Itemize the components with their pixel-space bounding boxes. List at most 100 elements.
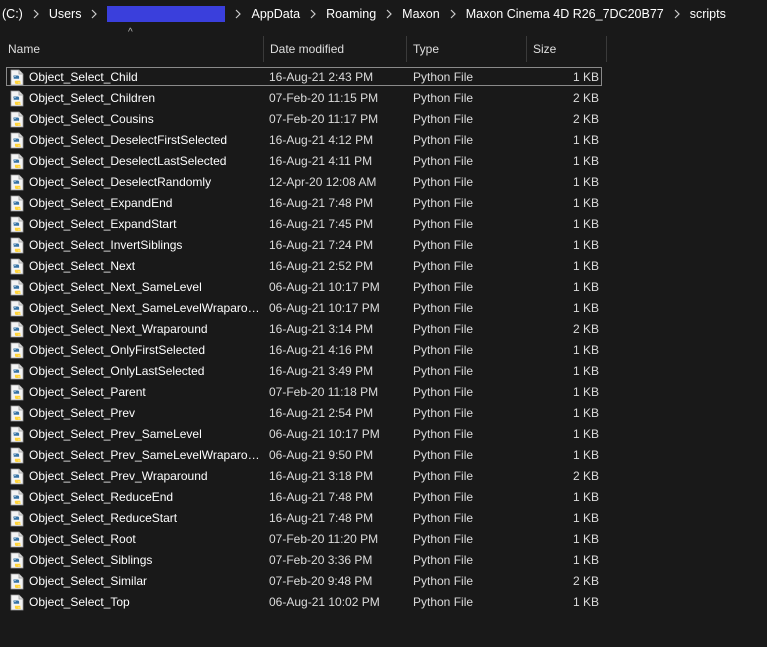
file-row[interactable]: Object_Select_DeselectFirstSelected 16-Au… [0, 130, 767, 151]
breadcrumb-item-drive[interactable]: (C:) [0, 0, 25, 28]
column-header-type[interactable]: Type [407, 36, 527, 62]
file-date-modified: 12-Apr-20 12:08 AM [269, 175, 377, 189]
file-size: 1 KB [572, 427, 599, 441]
file-size: 1 KB [572, 406, 599, 420]
file-name: Object_Select_DeselectLastSelected [29, 154, 227, 168]
column-header-name[interactable]: ^ Name [2, 28, 264, 62]
file-row[interactable]: Object_Select_Cousins 07-Feb-20 11:17 PM P… [0, 109, 767, 130]
chevron-right-icon[interactable] [442, 0, 464, 28]
file-name: Object_Select_Next [29, 259, 136, 273]
file-row[interactable]: Object_Select_Parent 07-Feb-20 11:18 PM Py… [0, 382, 767, 403]
file-row[interactable]: Object_Select_Root 07-Feb-20 11:20 PM Pyth… [0, 529, 767, 550]
file-row[interactable]: Object_Select_DeselectRandomly 12-Apr-20 … [0, 172, 767, 193]
file-row[interactable]: Object_Select_ExpandEnd 16-Aug-21 7:48 PM… [0, 193, 767, 214]
file-date-modified: 16-Aug-21 7:48 PM [269, 196, 374, 210]
file-row[interactable]: Object_Select_Child 16-Aug-21 2:43 PM Pyth… [0, 67, 767, 88]
file-name: Object_Select_Prev_SameLevelWraparound [29, 448, 261, 462]
file-name: Object_Select_Child [29, 70, 138, 84]
file-row[interactable]: Object_Select_Children 07-Feb-20 11:15 PM… [0, 88, 767, 109]
file-date-modified: 16-Aug-21 4:16 PM [269, 343, 374, 357]
file-row[interactable]: Object_Select_OnlyLastSelected 16-Aug-21 … [0, 361, 767, 382]
file-row[interactable]: Object_Select_Top 06-Aug-21 10:02 PM Pytho… [0, 592, 767, 613]
file-name: Object_Select_Next_SameLevelWraparou... [29, 301, 261, 315]
file-row[interactable]: Object_Select_Prev_SameLevelWraparound 06… [0, 445, 767, 466]
python-file-icon [9, 340, 27, 361]
file-row[interactable]: Object_Select_ExpandStart 16-Aug-21 7:45 … [0, 214, 767, 235]
file-type: Python File [413, 574, 474, 588]
python-file-icon [9, 235, 27, 256]
file-name: Object_Select_Prev_SameLevel [29, 427, 202, 441]
file-row[interactable]: Object_Select_Next_Wraparound 16-Aug-21 3… [0, 319, 767, 340]
file-size: 1 KB [572, 364, 599, 378]
column-header-size[interactable]: Size [527, 36, 607, 62]
sort-ascending-icon: ^ [128, 27, 133, 38]
file-type: Python File [413, 280, 474, 294]
file-name: Object_Select_Prev_Wraparound [29, 469, 208, 483]
chevron-right-icon[interactable] [227, 0, 249, 28]
file-name: Object_Select_OnlyFirstSelected [29, 343, 206, 357]
file-row[interactable]: Object_Select_Next_SameLevelWraparou... 0… [0, 298, 767, 319]
file-row[interactable]: Object_Select_Prev_Wraparound 16-Aug-21 3… [0, 466, 767, 487]
file-name: Object_Select_DeselectRandomly [29, 175, 212, 189]
file-row[interactable]: Object_Select_DeselectLastSelected 16-Aug… [0, 151, 767, 172]
file-name: Object_Select_Top [29, 595, 130, 609]
breadcrumb-item-maxon[interactable]: Maxon [400, 0, 442, 28]
chevron-right-icon[interactable] [25, 0, 47, 28]
file-name: Object_Select_Cousins [29, 112, 154, 126]
file-date-modified: 16-Aug-21 3:14 PM [269, 322, 374, 336]
file-size: 2 KB [572, 574, 599, 588]
chevron-right-icon[interactable] [378, 0, 400, 28]
python-file-icon [9, 424, 27, 445]
column-header-date-modified[interactable]: Date modified [264, 36, 407, 62]
chevron-right-icon[interactable] [83, 0, 105, 28]
file-type: Python File [413, 364, 474, 378]
file-row[interactable]: Object_Select_Next 16-Aug-21 2:52 PM Pytho… [0, 256, 767, 277]
breadcrumb-item-appdata[interactable]: AppData [249, 0, 302, 28]
python-file-icon [9, 172, 27, 193]
file-date-modified: 06-Aug-21 10:17 PM [269, 280, 380, 294]
file-size: 1 KB [572, 238, 599, 252]
file-row[interactable]: Object_Select_Siblings 07-Feb-20 3:36 PM P… [0, 550, 767, 571]
file-type: Python File [413, 343, 474, 357]
file-size: 1 KB [572, 490, 599, 504]
file-date-modified: 16-Aug-21 7:45 PM [269, 217, 374, 231]
file-date-modified: 16-Aug-21 7:24 PM [269, 238, 374, 252]
file-type: Python File [413, 427, 474, 441]
file-row[interactable]: Object_Select_Next_SameLevel 06-Aug-21 10… [0, 277, 767, 298]
file-date-modified: 07-Feb-20 11:18 PM [269, 385, 379, 399]
file-type: Python File [413, 322, 474, 336]
file-row[interactable]: Object_Select_Prev 16-Aug-21 2:54 PM Pytho… [0, 403, 767, 424]
file-name: Object_Select_DeselectFirstSelected [29, 133, 228, 147]
file-size: 1 KB [572, 259, 599, 273]
column-header-size-label: Size [533, 42, 557, 56]
file-size: 1 KB [572, 532, 599, 546]
file-date-modified: 06-Aug-21 10:17 PM [269, 301, 380, 315]
breadcrumb-item-roaming[interactable]: Roaming [324, 0, 378, 28]
file-size: 1 KB [572, 343, 599, 357]
breadcrumb-item-users[interactable]: Users [47, 0, 84, 28]
file-type: Python File [413, 490, 474, 504]
file-date-modified: 07-Feb-20 3:36 PM [269, 553, 373, 567]
chevron-right-icon[interactable] [666, 0, 688, 28]
python-file-icon [9, 466, 27, 487]
file-type: Python File [413, 154, 474, 168]
file-row[interactable]: Object_Select_Similar 07-Feb-20 9:48 PM Py… [0, 571, 767, 592]
chevron-right-icon[interactable] [302, 0, 324, 28]
file-row[interactable]: Object_Select_InvertSiblings 16-Aug-21 7:… [0, 235, 767, 256]
file-row[interactable]: Object_Select_Prev_SameLevel 06-Aug-21 10… [0, 424, 767, 445]
breadcrumb-item-redacted-username[interactable] [107, 6, 226, 22]
file-row[interactable]: Object_Select_ReduceEnd 16-Aug-21 7:48 PM… [0, 487, 767, 508]
python-file-icon [9, 214, 27, 235]
file-size: 1 KB [572, 133, 599, 147]
file-size: 1 KB [572, 553, 599, 567]
file-row[interactable]: Object_Select_ReduceStart 16-Aug-21 7:48 … [0, 508, 767, 529]
python-file-icon [9, 445, 27, 466]
breadcrumb-item-cinema4d[interactable]: Maxon Cinema 4D R26_7DC20B77 [464, 0, 666, 28]
python-file-icon [9, 508, 27, 529]
file-name: Object_Select_ExpandStart [29, 217, 177, 231]
file-type: Python File [413, 133, 474, 147]
python-file-icon [9, 277, 27, 298]
file-size: 2 KB [572, 91, 599, 105]
file-row[interactable]: Object_Select_OnlyFirstSelected 16-Aug-21… [0, 340, 767, 361]
breadcrumb-item-scripts[interactable]: scripts [688, 0, 728, 28]
